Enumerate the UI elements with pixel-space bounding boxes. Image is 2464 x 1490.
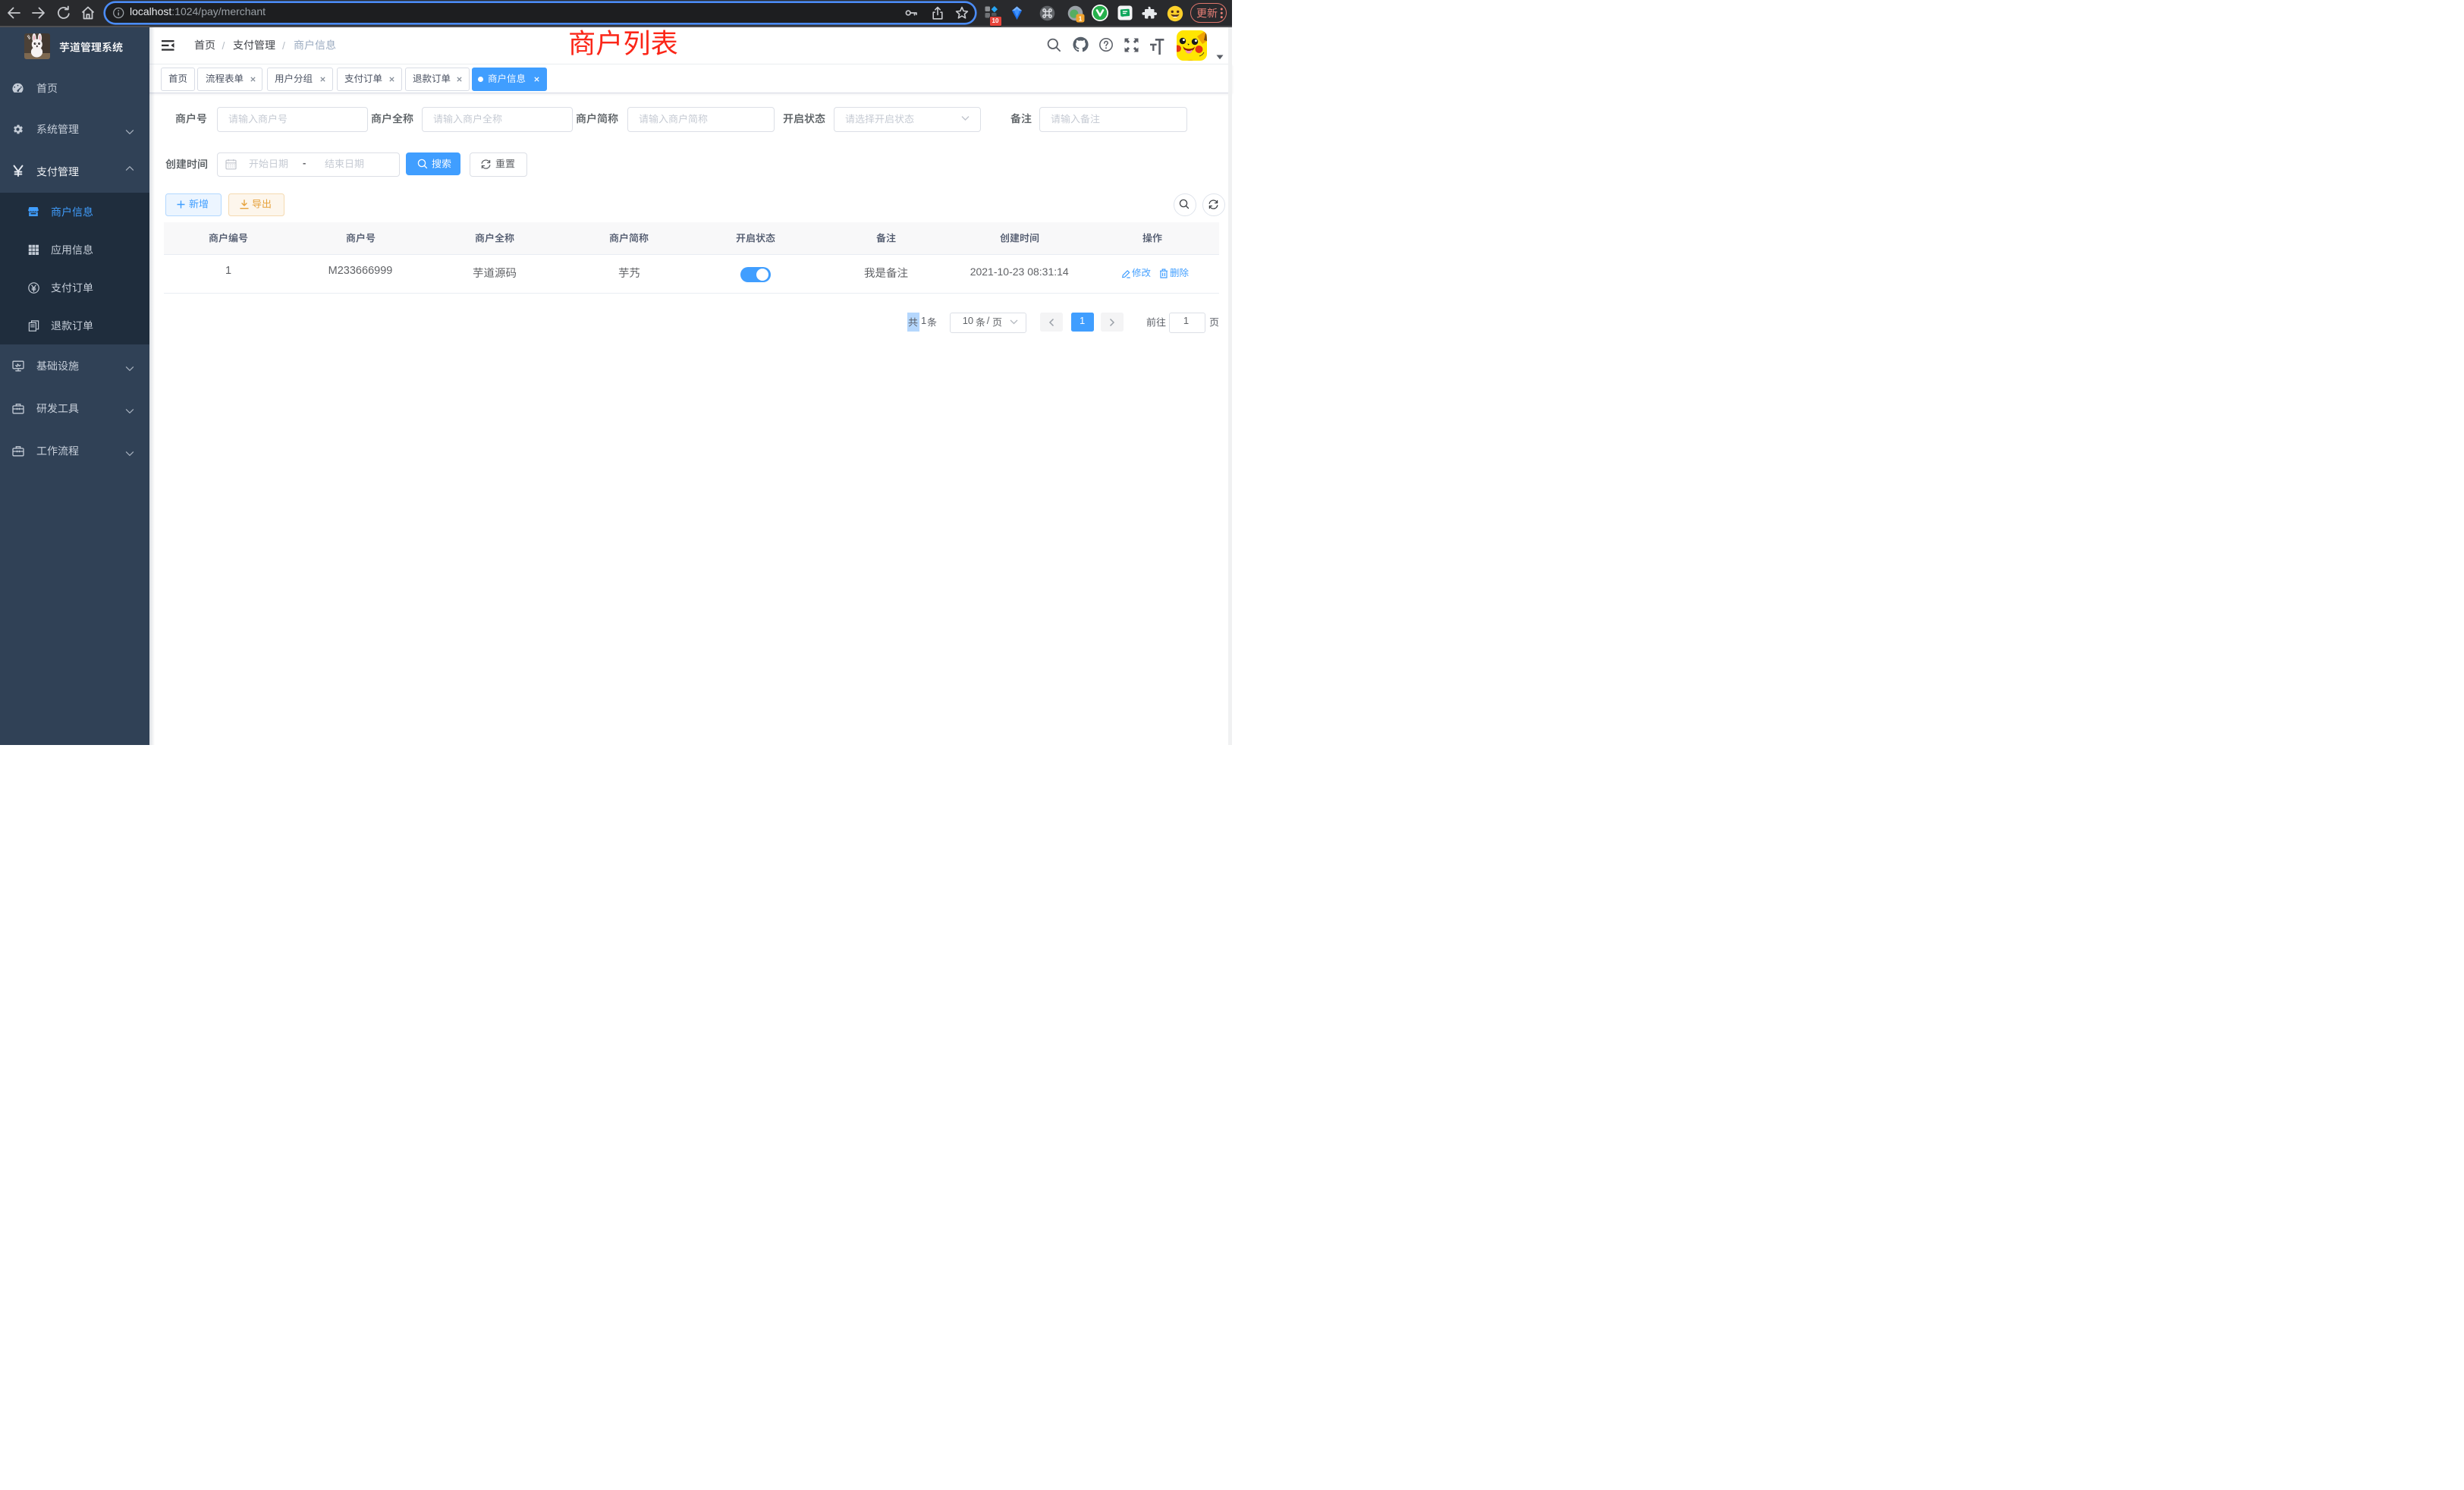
svg-text:1: 1 <box>1078 14 1082 22</box>
